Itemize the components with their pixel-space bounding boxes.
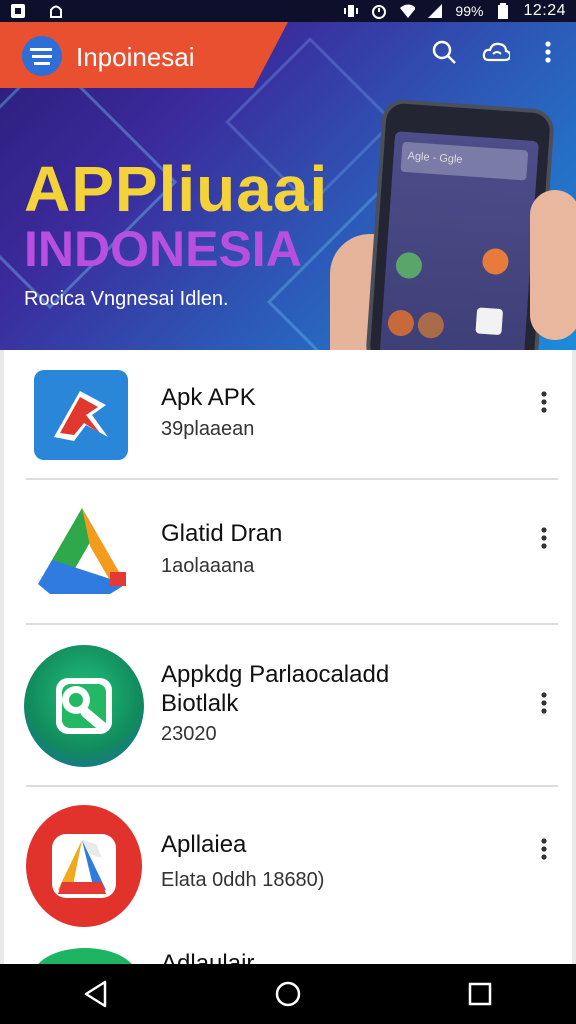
app-notification-icon <box>10 3 26 19</box>
app-name: Glatid Dran <box>161 520 283 547</box>
banner-headline: APPliuaai <box>24 153 329 225</box>
navigation-bar <box>0 964 576 1024</box>
cloud-sync-icon[interactable] <box>482 38 510 66</box>
app-list: Apk APK 39plaaean Glatid Dran 1aolaaana … <box>4 350 572 964</box>
recents-icon[interactable] <box>460 974 500 1014</box>
more-vert-icon[interactable] <box>530 689 558 717</box>
clock: 12:24 <box>523 2 566 19</box>
vibrate-icon <box>343 3 359 19</box>
list-item[interactable]: Apk APK 39plaaean <box>4 350 572 480</box>
lock-notification-icon <box>48 3 64 19</box>
red-circle-triangle-icon <box>26 805 142 927</box>
phone-illustration-screen: Agle - Ggle <box>378 131 539 350</box>
app-name-line-2: Biotlalk <box>161 690 239 717</box>
search-icon[interactable] <box>430 38 458 66</box>
back-icon[interactable] <box>76 974 116 1014</box>
list-item[interactable]: Appkdg Parlaocaladd Biotlalk 23020 <box>4 625 572 787</box>
phone-screen: 99% 12:24 Inpoinesai APPliuaai INDONESIA… <box>0 0 576 1024</box>
app-subtitle: 39plaaean <box>161 418 255 440</box>
banner-sub-headline: INDONESIA <box>24 221 302 277</box>
list-item[interactable]: Apllaiea Elata 0ddh 18680) <box>4 787 572 942</box>
phone-app-dot <box>416 311 445 340</box>
app-name: Appkdg Parlaocaladd <box>161 661 390 688</box>
phone-app-dot <box>475 307 504 336</box>
battery-icon <box>495 3 511 19</box>
banner-tagline: Rocica Vngnesai Idlen. <box>24 288 229 310</box>
phone-app-dot <box>395 251 423 280</box>
app-subtitle: Elata 0ddh 18680) <box>161 869 325 891</box>
status-bar: 99% 12:24 <box>0 0 576 22</box>
menu-logo-icon[interactable] <box>22 36 62 76</box>
hand-illustration <box>530 190 576 340</box>
phone-app-dot <box>481 247 510 276</box>
app-subtitle: 23020 <box>161 723 217 745</box>
app-name: Apllaiea <box>161 831 247 858</box>
list-item[interactable]: Glatid Dran 1aolaaana <box>4 480 572 625</box>
promo-banner[interactable]: Inpoinesai APPliuaai INDONESIA Rocica Vn… <box>0 22 576 350</box>
drive-triangle-icon <box>30 502 134 596</box>
more-vert-icon[interactable] <box>530 524 558 552</box>
red-arrow-apk-icon <box>34 370 128 460</box>
phone-search-bar: Agle - Ggle <box>400 141 529 181</box>
phone-app-dot <box>387 309 415 337</box>
more-vert-icon[interactable] <box>530 835 558 863</box>
more-vert-icon[interactable] <box>534 38 562 66</box>
app-bar: Inpoinesai <box>0 22 576 88</box>
battery-percent: 99% <box>455 3 484 19</box>
phone-illustration: Agle - Ggle <box>364 98 556 350</box>
app-name: Apk APK <box>161 384 256 411</box>
app-title: Inpoinesai <box>76 42 195 72</box>
app-subtitle: 1aolaaana <box>161 555 255 577</box>
more-vert-icon[interactable] <box>530 388 558 416</box>
green-circle-icon <box>32 948 138 964</box>
list-item[interactable]: Adlaulair <box>4 942 572 964</box>
green-tool-circle-icon <box>24 645 144 767</box>
signal-icon <box>427 3 443 19</box>
alarm-icon <box>371 3 387 19</box>
wifi-icon <box>399 3 416 19</box>
home-icon[interactable] <box>268 974 308 1014</box>
app-name: Adlaulair <box>161 950 255 964</box>
